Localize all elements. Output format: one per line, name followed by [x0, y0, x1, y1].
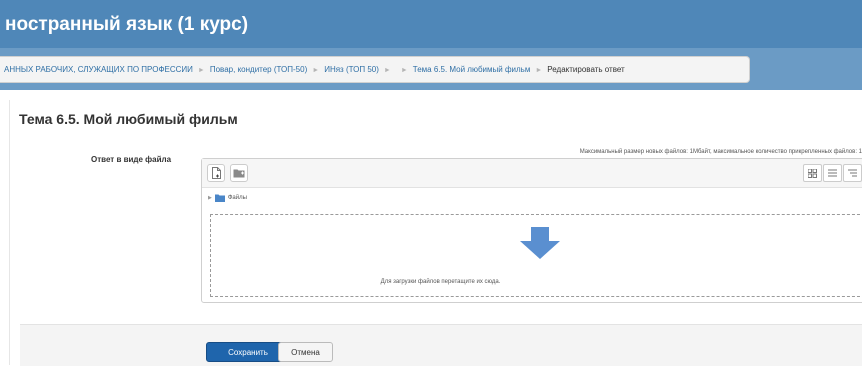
- breadcrumb-separator-icon: ►: [383, 67, 391, 74]
- list-view-button[interactable]: [823, 164, 842, 182]
- file-manager: ▶ Файлы Для загрузки файлов перетащите и…: [201, 158, 862, 303]
- tree-view-button[interactable]: [843, 164, 862, 182]
- breadcrumb-item-program[interactable]: АННЫХ РАБОЧИХ, СЛУЖАЩИХ ПО ПРОФЕССИИ: [4, 65, 193, 74]
- form-actions: Сохранить Отмена: [20, 324, 862, 366]
- grid-view-button[interactable]: [803, 164, 822, 182]
- view-switcher: [803, 164, 862, 182]
- content-divider: [9, 100, 10, 365]
- breadcrumb-separator-icon: ►: [197, 67, 205, 74]
- file-drop-zone[interactable]: Для загрузки файлов перетащите их сюда.: [210, 214, 862, 297]
- drop-instructions: Для загрузки файлов перетащите их сюда.: [380, 279, 501, 285]
- down-arrow-icon: [520, 227, 560, 259]
- file-path[interactable]: ▶ Файлы: [208, 192, 247, 204]
- breadcrumb-item-assignment[interactable]: Тема 6.5. Мой любимый фильм: [413, 65, 531, 74]
- create-folder-button[interactable]: [230, 164, 248, 182]
- folder-icon: [214, 194, 225, 202]
- file-submission-label: Ответ в виде файла: [91, 155, 172, 164]
- add-file-button[interactable]: [207, 164, 225, 182]
- breadcrumb-separator-icon: ►: [400, 67, 408, 74]
- path-label: Файлы: [227, 195, 247, 201]
- grid-view-icon: [808, 168, 817, 178]
- create-folder-icon: [233, 169, 245, 178]
- breadcrumb-separator-icon: ►: [312, 67, 320, 74]
- breadcrumb-item-specialty[interactable]: Повар, кондитер (ТОП-50): [210, 65, 307, 74]
- breadcrumb: АННЫХ РАБОЧИХ, СЛУЖАЩИХ ПО ПРОФЕССИИ ► Пов…: [0, 56, 750, 83]
- expand-arrow-icon: ▶: [208, 195, 212, 201]
- page-title: Тема 6.5. Мой любимый фильм: [19, 111, 238, 127]
- cancel-button[interactable]: Отмена: [278, 342, 333, 362]
- add-file-icon: [211, 167, 221, 179]
- breadcrumb-item-course[interactable]: ИНяз (ТОП 50): [324, 65, 379, 74]
- file-limits-info: Максимальный размер новых файлов: 1Мбайт…: [579, 149, 862, 155]
- tree-view-icon: [848, 169, 857, 177]
- breadcrumb-separator-icon: ►: [535, 67, 543, 74]
- course-title: ностранный язык (1 курс): [5, 14, 249, 35]
- file-manager-toolbar: [202, 159, 862, 188]
- breadcrumb-item-current: Редактировать ответ: [547, 65, 625, 74]
- list-view-icon: [828, 169, 837, 177]
- page-header: ностранный язык (1 курс): [0, 0, 862, 48]
